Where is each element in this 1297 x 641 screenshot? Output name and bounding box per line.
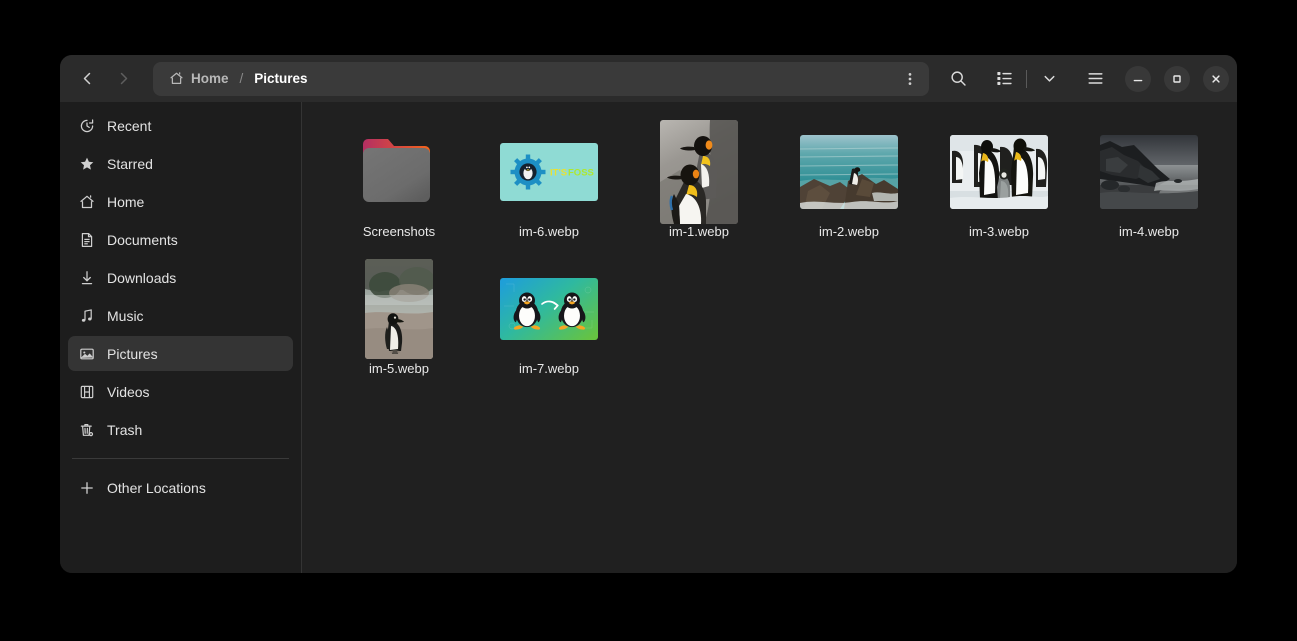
thumbnail: IT'S FOSS	[500, 120, 598, 224]
thumbnail	[950, 120, 1048, 224]
sidebar-item-documents[interactable]: Documents	[68, 222, 293, 257]
chevron-down-icon	[1041, 70, 1058, 87]
sidebar-item-label: Home	[107, 194, 144, 210]
toolbar-divider	[1026, 70, 1027, 88]
trash-icon	[78, 421, 95, 438]
file-item-image[interactable]: im-5.webp	[324, 257, 474, 394]
sidebar-item-label: Documents	[107, 232, 178, 248]
sidebar-item-label: Videos	[107, 384, 150, 400]
close-button[interactable]	[1203, 66, 1229, 92]
thumbnail	[365, 257, 433, 361]
thumbnail	[800, 120, 898, 224]
thumbnail	[357, 120, 441, 224]
list-view-icon	[995, 69, 1014, 88]
sidebar-item-label: Starred	[107, 156, 153, 172]
breadcrumb-home-label: Home	[191, 71, 229, 86]
file-name: im-3.webp	[969, 224, 1029, 239]
two-tux-arrow-thumbnail	[500, 278, 598, 340]
sidebar-item-music[interactable]: Music	[68, 298, 293, 333]
view-dropdown-button[interactable]	[1032, 62, 1066, 96]
emperor-penguin-group-thumbnail	[950, 135, 1048, 209]
file-item-image[interactable]: im-3.webp	[924, 120, 1074, 257]
image-icon	[78, 345, 95, 362]
penguin-sea-rocks-thumbnail	[800, 135, 898, 209]
folder-icon	[357, 130, 441, 214]
sidebar-item-recent[interactable]: Recent	[68, 108, 293, 143]
king-penguins-thumbnail	[660, 120, 738, 224]
file-name: im-5.webp	[369, 361, 429, 376]
list-view-button[interactable]	[987, 62, 1021, 96]
search-button[interactable]	[941, 62, 975, 96]
sidebar-item-label: Music	[107, 308, 144, 324]
file-name: im-6.webp	[519, 224, 579, 239]
main-menu-button[interactable]	[1078, 62, 1112, 96]
svg-text:IT'S: IT'S	[550, 168, 567, 179]
itsfoss-logo-thumbnail: IT'S FOSS	[500, 143, 598, 201]
file-item-image[interactable]: im-2.webp	[774, 120, 924, 257]
download-icon	[78, 269, 95, 286]
sidebar-item-downloads[interactable]: Downloads	[68, 260, 293, 295]
thumbnail	[500, 257, 598, 361]
minimize-icon	[1131, 72, 1145, 86]
home-icon	[78, 193, 95, 210]
sidebar-item-trash[interactable]: Trash	[68, 412, 293, 447]
star-icon	[78, 155, 95, 172]
music-note-icon	[78, 307, 95, 324]
bw-coastal-cliff-thumbnail	[1100, 135, 1198, 209]
sidebar-item-home[interactable]: Home	[68, 184, 293, 219]
file-item-image[interactable]: im-1.webp	[624, 120, 774, 257]
maximize-icon	[1170, 72, 1184, 86]
sidebar-divider	[72, 458, 289, 459]
file-name: im-7.webp	[519, 361, 579, 376]
file-grid: Screenshots	[324, 120, 1237, 394]
file-item-image[interactable]: IT'S FOSS im-6.webp	[474, 120, 624, 257]
header-bar: Home / Pictures	[60, 55, 1237, 102]
path-menu-button[interactable]	[895, 64, 925, 94]
file-name: im-4.webp	[1119, 224, 1179, 239]
breadcrumb-current[interactable]: Pictures	[250, 68, 311, 89]
file-name: Screenshots	[363, 224, 435, 239]
close-icon	[1209, 72, 1223, 86]
vertical-dots-icon	[902, 71, 918, 87]
file-name: im-2.webp	[819, 224, 879, 239]
file-manager-window: Home / Pictures	[60, 55, 1237, 573]
file-item-image[interactable]: im-4.webp	[1074, 120, 1224, 257]
sidebar-item-label: Downloads	[107, 270, 176, 286]
path-bar[interactable]: Home / Pictures	[153, 62, 929, 96]
breadcrumb-current-label: Pictures	[254, 71, 307, 86]
maximize-button[interactable]	[1164, 66, 1190, 92]
penguin-beach-thumbnail	[365, 259, 433, 359]
sidebar-item-starred[interactable]: Starred	[68, 146, 293, 181]
search-icon	[949, 69, 968, 88]
hamburger-menu-icon	[1086, 69, 1105, 88]
file-item-image[interactable]: im-7.webp	[474, 257, 624, 394]
svg-text:FOSS: FOSS	[568, 168, 594, 179]
back-button[interactable]	[70, 63, 104, 95]
sidebar-item-videos[interactable]: Videos	[68, 374, 293, 409]
window-body: Recent Starred Home	[60, 102, 1237, 573]
sidebar-item-label: Other Locations	[107, 480, 206, 496]
sidebar-item-label: Pictures	[107, 346, 158, 362]
thumbnail	[1100, 120, 1198, 224]
sidebar: Recent Starred Home	[60, 102, 302, 573]
file-grid-area[interactable]: Screenshots	[302, 102, 1237, 573]
sidebar-item-other-locations[interactable]: Other Locations	[68, 470, 293, 505]
document-icon	[78, 231, 95, 248]
breadcrumb-separator: /	[240, 71, 244, 86]
file-item-folder[interactable]: Screenshots	[324, 120, 474, 257]
sidebar-item-label: Recent	[107, 118, 151, 134]
home-icon	[169, 71, 184, 86]
file-name: im-1.webp	[669, 224, 729, 239]
clock-icon	[78, 117, 95, 134]
plus-icon	[78, 479, 95, 496]
breadcrumb-home[interactable]: Home	[165, 68, 233, 89]
minimize-button[interactable]	[1125, 66, 1151, 92]
thumbnail	[660, 120, 738, 224]
forward-button[interactable]	[106, 63, 140, 95]
sidebar-item-pictures[interactable]: Pictures	[68, 336, 293, 371]
film-icon	[78, 383, 95, 400]
sidebar-item-label: Trash	[107, 422, 142, 438]
